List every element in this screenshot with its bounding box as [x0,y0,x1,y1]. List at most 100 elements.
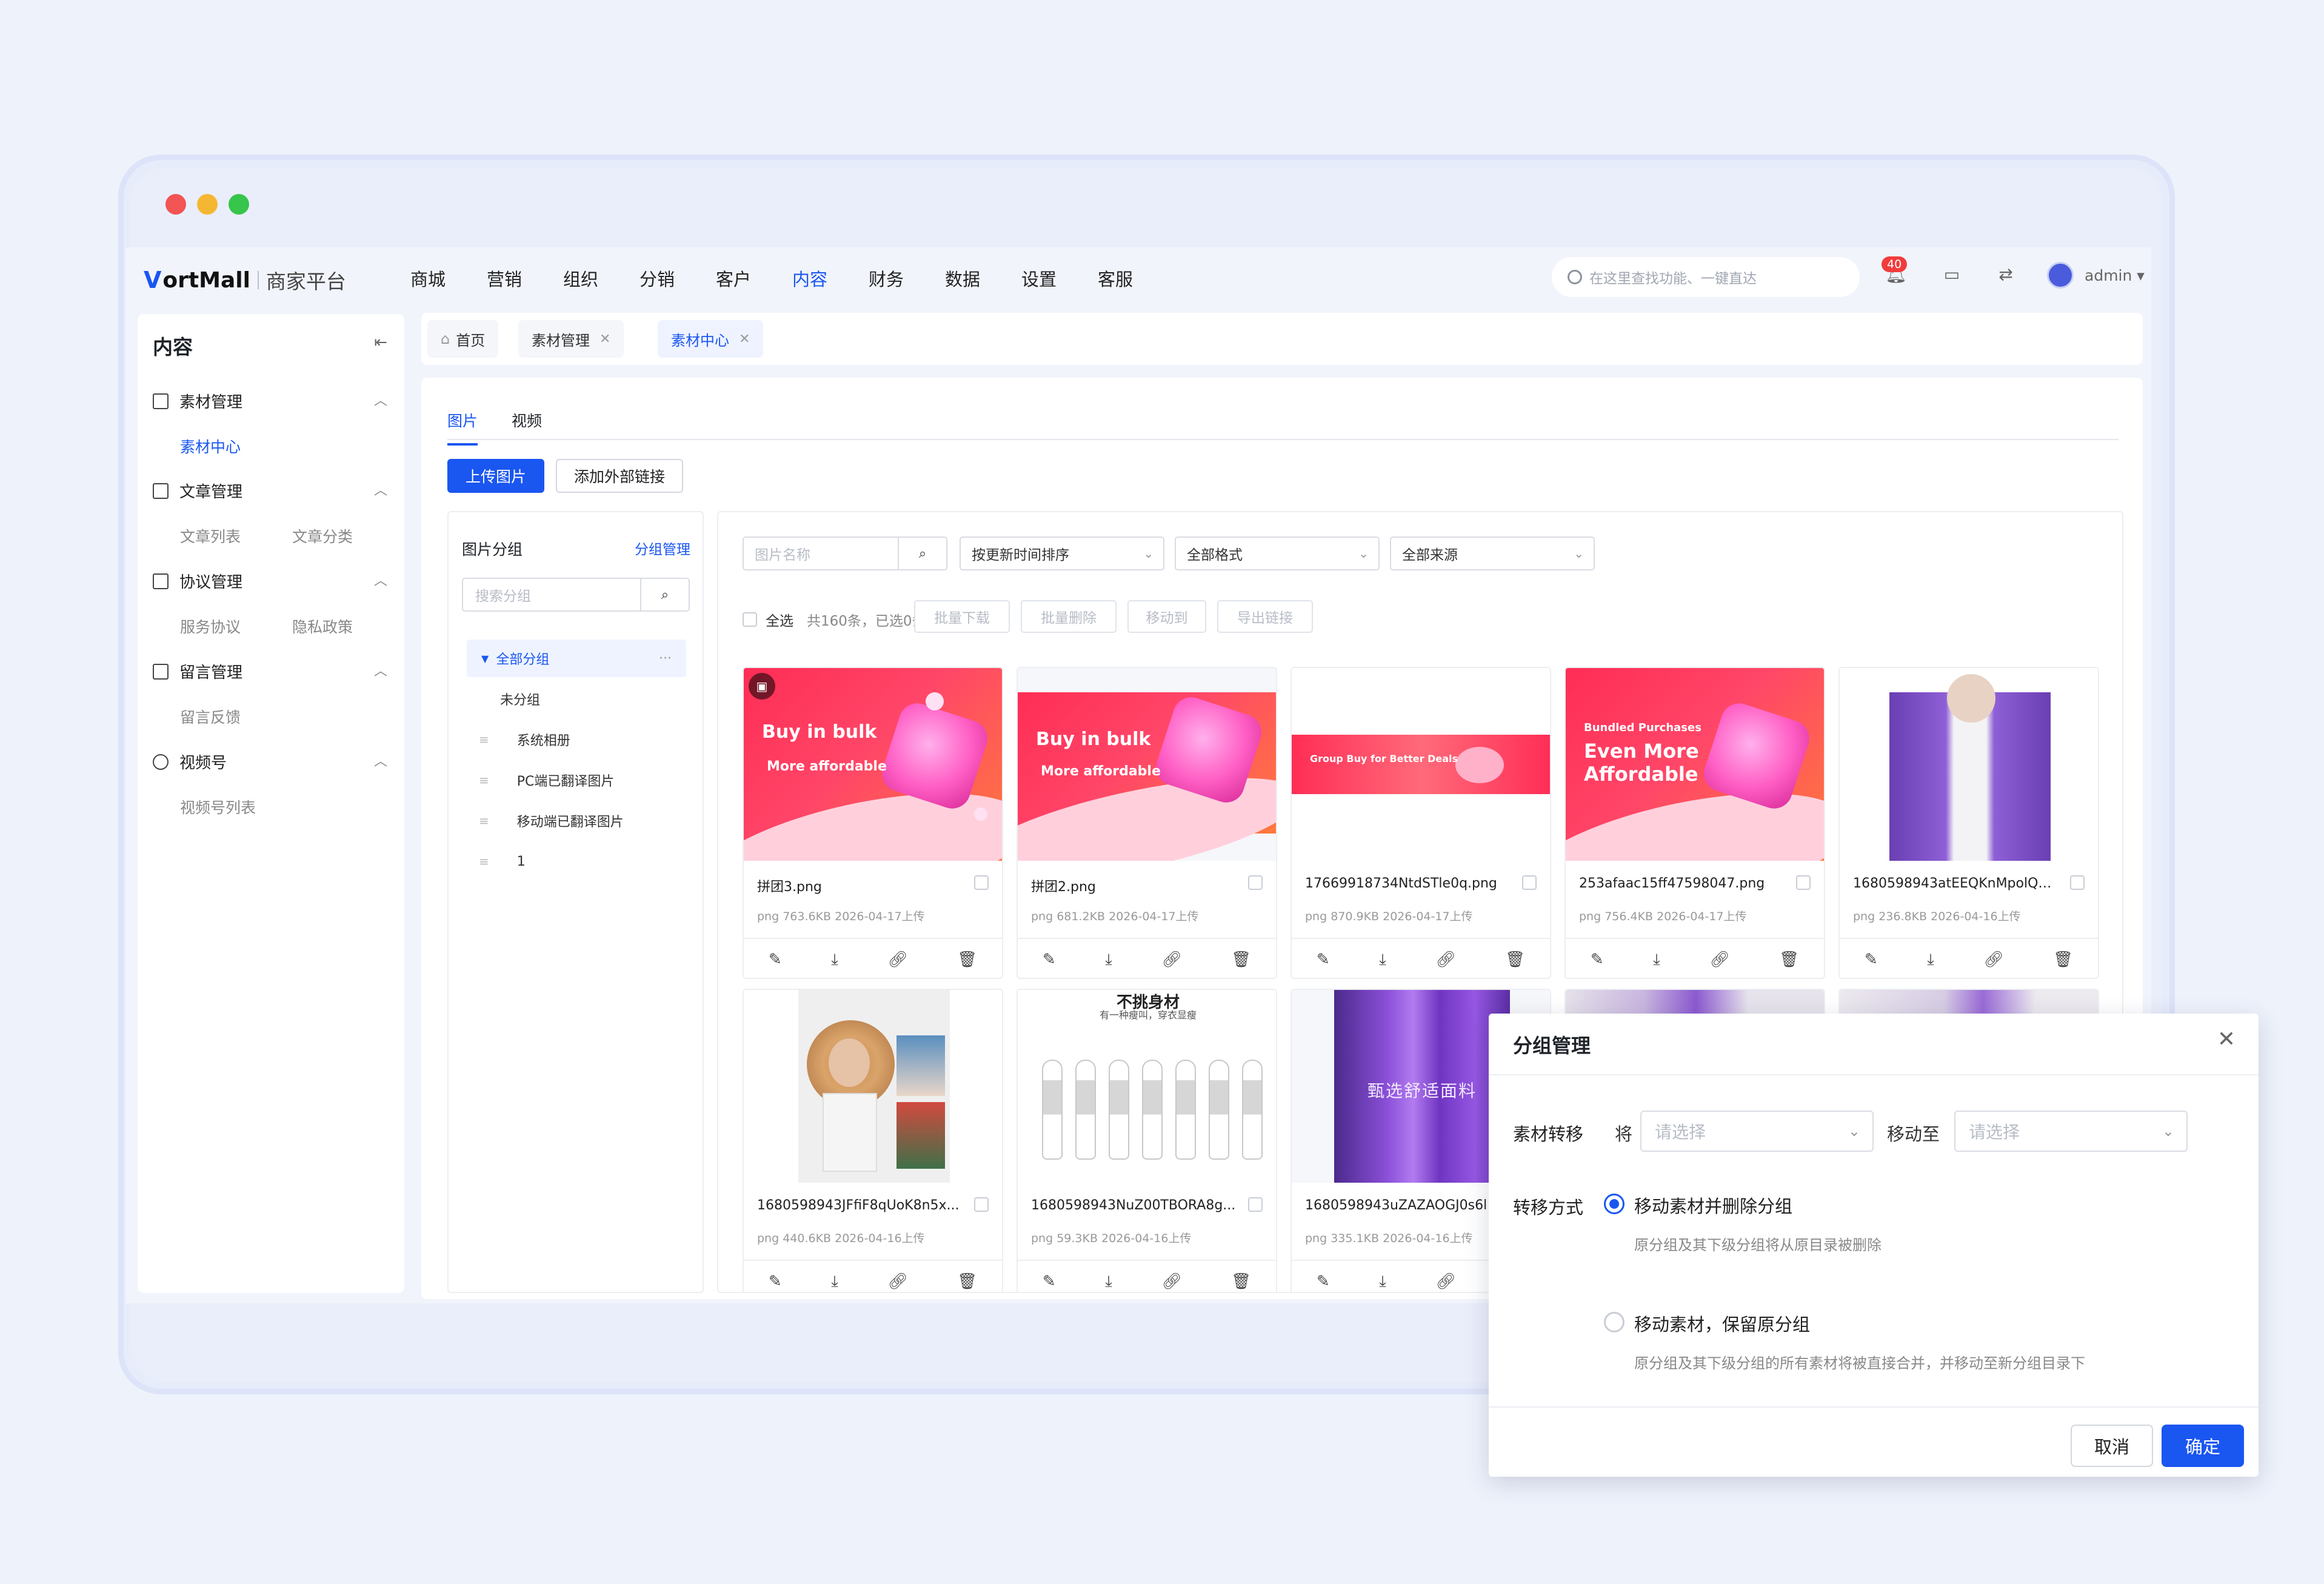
collapse-sidebar-icon[interactable]: ⇤ [374,333,387,352]
avatar[interactable] [2047,262,2074,289]
chevron-up-icon[interactable]: ︿ [374,660,387,680]
select-all[interactable]: 全选 共160条，已选0条 [743,609,926,630]
image-thumbnail[interactable] [744,990,1002,1183]
download-icon[interactable]: ⤓ [831,951,838,969]
chevron-up-icon[interactable]: ︿ [374,480,387,499]
option-delete-group-radio[interactable] [1604,1194,1624,1214]
edit-icon[interactable]: ✎ [1591,951,1604,969]
store-icon[interactable]: ▭ [1942,264,1962,285]
image-card[interactable]: Group Buy for Better Deals 17669918734Nt… [1291,667,1551,979]
translate-icon[interactable]: ⇄ [1995,264,2016,285]
delete-icon[interactable]: 🗑︎ [1231,951,1251,969]
target-group-select[interactable]: 请选择 ⌄ [1954,1111,2188,1152]
image-checkbox[interactable] [1248,875,1263,890]
search-icon[interactable]: ⌕ [640,579,689,610]
sidebar-item-material-center[interactable]: 素材中心 [180,435,241,457]
image-checkbox[interactable] [974,875,989,890]
image-card[interactable]: 1680598943atEEQKnMpolQq... png 236.8KB 2… [1838,667,2099,979]
source-group-select[interactable]: 请选择 ⌄ [1640,1111,1874,1152]
group-item-ungrouped[interactable]: 未分组 [500,680,540,718]
image-checkbox[interactable] [974,1197,989,1212]
menu-item-content[interactable]: 内容 [792,266,869,291]
menu-item-distribution[interactable]: 分销 [639,266,716,291]
link-icon[interactable]: 🔗︎ [887,1272,907,1291]
close-icon[interactable]: ✕ [2217,1027,2236,1052]
delete-icon[interactable]: 🗑︎ [957,1272,977,1291]
sidebar-item-privacy-policy[interactable]: 隐私政策 [292,615,353,637]
image-card[interactable]: 不挑身材 有一种瘦叫，穿衣显瘦 1680598943NuZ00TBORA8g..… [1017,989,1277,1292]
chevron-up-icon[interactable]: ︿ [374,570,387,589]
image-thumbnail[interactable]: Buy in bulk More affordable [1018,668,1276,861]
menu-item-settings[interactable]: 设置 [1021,266,1098,291]
sidebar-item-article-category[interactable]: 文章分类 [292,525,353,547]
edit-icon[interactable]: ✎ [1043,1272,1056,1291]
option-delete-group-label[interactable]: 移动素材并删除分组 [1634,1192,1792,1218]
link-icon[interactable]: 🔗︎ [1161,1272,1181,1291]
drag-handle-icon[interactable]: ≡ [479,773,489,787]
export-links-button[interactable]: 导出链接 [1217,600,1313,633]
sidebar-group-article[interactable]: 文章管理 [153,480,242,502]
download-icon[interactable]: ⤓ [1379,951,1386,969]
link-icon[interactable]: 🔗︎ [1435,1272,1455,1291]
tab-videos[interactable]: 视频 [512,409,542,446]
user-menu[interactable]: admin ▾ [2085,267,2145,284]
delete-icon[interactable]: 🗑︎ [1505,951,1525,969]
group-search-input[interactable]: 搜索分组 ⌕ [462,578,690,612]
sidebar-group-agreement[interactable]: 协议管理 [153,570,242,592]
upload-image-button[interactable]: 上传图片 [447,459,544,493]
close-icon[interactable]: ✕ [599,332,610,347]
delete-icon[interactable]: 🗑︎ [1231,1272,1251,1291]
batch-delete-button[interactable]: 批量删除 [1021,600,1117,633]
image-checkbox[interactable] [1796,875,1811,890]
link-icon[interactable]: 🔗︎ [1435,951,1455,969]
minimize-dot[interactable] [197,194,218,215]
image-checkbox[interactable] [1522,875,1537,890]
edit-icon[interactable]: ✎ [769,1272,782,1291]
source-select[interactable]: 全部来源 ⌄ [1390,536,1595,570]
delete-icon[interactable]: 🗑︎ [957,951,977,969]
drag-handle-icon[interactable]: ≡ [479,732,489,747]
menu-item-mall[interactable]: 商城 [410,266,487,291]
image-thumbnail[interactable] [1840,668,2098,861]
group-item-all[interactable]: ▼ 全部分组 ··· [467,640,686,677]
tab-home[interactable]: ⌂ 首页 [427,320,499,358]
image-name-search-input[interactable]: 图片名称 ⌕ [743,536,947,570]
chevron-up-icon[interactable]: ︿ [374,390,387,409]
sidebar-group-material[interactable]: 素材管理 [153,390,242,412]
edit-icon[interactable]: ✎ [769,951,782,969]
add-external-link-button[interactable]: 添加外部链接 [556,459,683,493]
image-thumbnail[interactable]: Group Buy for Better Deals [1292,668,1550,861]
menu-item-finance[interactable]: 财务 [869,266,945,291]
download-icon[interactable]: ⤓ [1105,1272,1112,1291]
brand-logo[interactable]: V ortMall 商家平台 [144,266,346,295]
option-keep-group-radio[interactable] [1604,1312,1624,1332]
image-card[interactable]: Bundled Purchases Even More Affordable 2… [1564,667,1825,979]
sidebar-item-article-list[interactable]: 文章列表 [180,525,241,547]
sort-select[interactable]: 按更新时间排序 ⌄ [960,536,1164,570]
image-thumbnail[interactable]: 不挑身材 有一种瘦叫，穿衣显瘦 [1018,990,1276,1183]
menu-item-customer[interactable]: 客户 [716,266,792,291]
tab-images[interactable]: 图片 [447,409,478,446]
link-icon[interactable]: 🔗︎ [1983,951,2003,969]
sidebar-item-channels-list[interactable]: 视频号列表 [180,796,256,818]
search-icon[interactable]: ⌕ [898,538,946,569]
edit-icon[interactable]: ✎ [1043,951,1056,969]
move-to-button[interactable]: 移动到 [1127,600,1206,633]
close-icon[interactable]: ✕ [739,332,750,347]
link-icon[interactable]: 🔗︎ [1161,951,1181,969]
link-icon[interactable]: 🔗︎ [887,951,907,969]
edit-icon[interactable]: ✎ [1317,951,1330,969]
sidebar-group-message[interactable]: 留言管理 [153,660,242,683]
cancel-button[interactable]: 取消 [2071,1425,2153,1467]
group-item-system-album[interactable]: ≡ 系统相册 [479,721,570,758]
sidebar-group-channels[interactable]: 视频号 [153,750,227,773]
download-icon[interactable]: ⤓ [1653,951,1660,969]
download-icon[interactable]: ⤓ [1105,951,1112,969]
sidebar-item-service-agreement[interactable]: 服务协议 [180,615,241,637]
tab-material-manage[interactable]: 素材管理 ✕ [518,320,624,358]
confirm-button[interactable]: 确定 [2162,1425,2244,1467]
option-keep-group-label[interactable]: 移动素材，保留原分组 [1634,1311,1810,1336]
edit-icon[interactable]: ✎ [1317,1272,1330,1291]
more-icon[interactable]: ··· [659,651,672,666]
select-all-checkbox[interactable] [743,612,757,627]
